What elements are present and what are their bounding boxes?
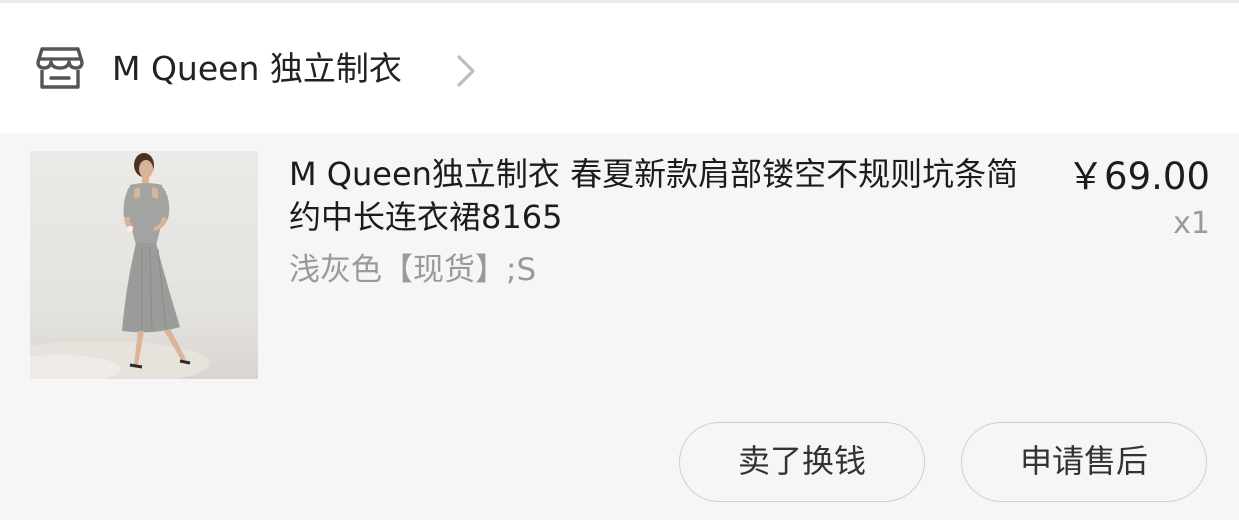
shop-header[interactable]: M Queen 独立制衣 [0,3,1239,133]
order-item-card: M Queen 独立制衣 M Queen独立制衣 春夏新款肩部镂空不规则坑条简约… [0,0,1239,520]
store-icon [36,47,84,89]
product-variant: 浅灰色【现货】;S [289,252,537,288]
product-title[interactable]: M Queen独立制衣 春夏新款肩部镂空不规则坑条简约中长连衣裙8165 [289,153,1049,239]
chevron-right-icon[interactable] [452,51,480,91]
dress-photo [30,153,210,379]
product-quantity: x1 [1173,206,1210,241]
apply-after-sale-button[interactable]: 申请售后 [961,422,1207,502]
product-price: ￥69.00 [1067,155,1210,198]
shop-name[interactable]: M Queen 独立制衣 [112,47,402,91]
order-item[interactable]: M Queen独立制衣 春夏新款肩部镂空不规则坑条简约中长连衣裙8165 浅灰色… [0,133,1239,520]
product-image[interactable] [30,151,258,379]
sell-for-cash-button[interactable]: 卖了换钱 [679,422,925,502]
